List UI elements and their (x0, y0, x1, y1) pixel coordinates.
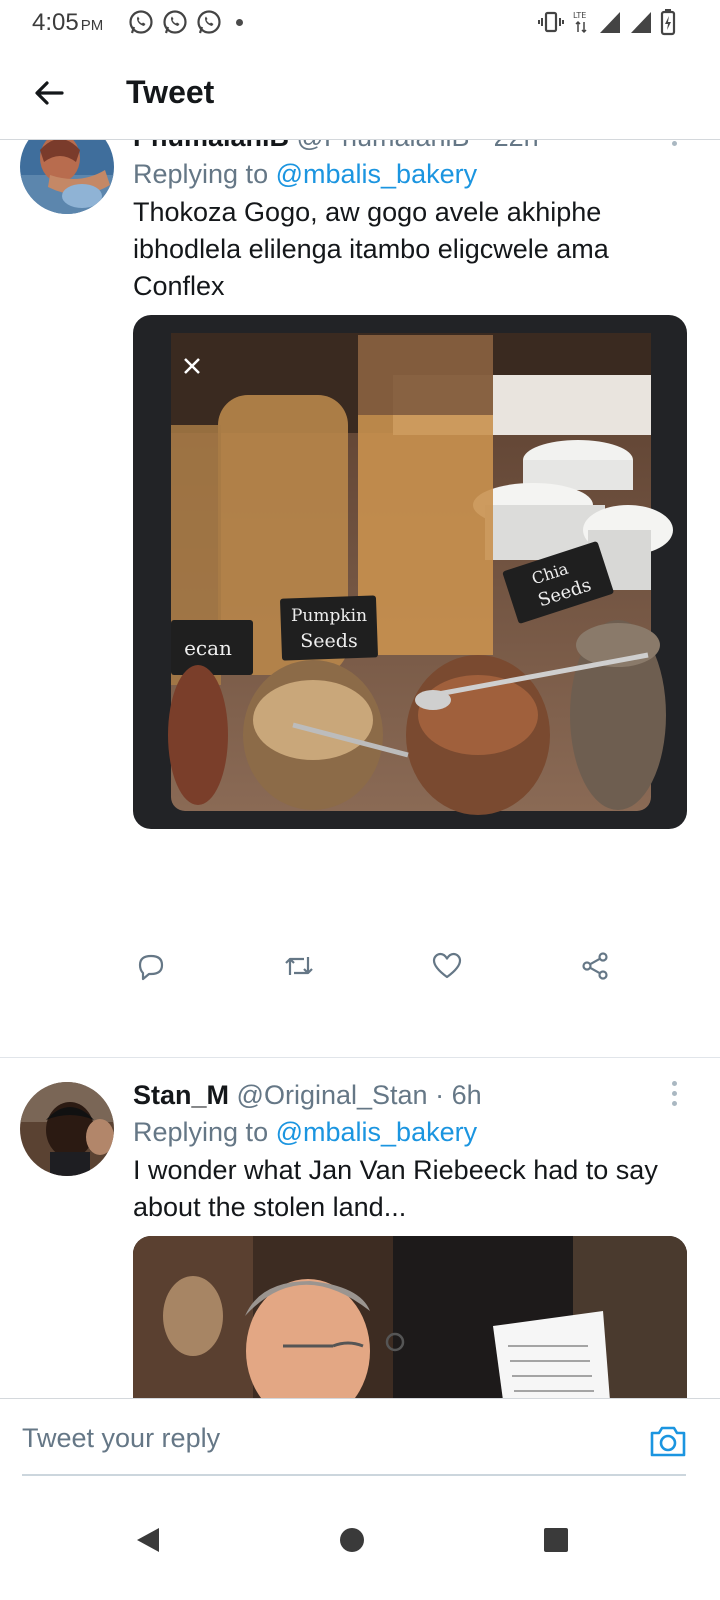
system-nav-bar (0, 1480, 720, 1600)
page-title: Tweet (126, 74, 215, 110)
tweet-text: Thokoza Gogo, aw gogo avele akhiphe ibho… (133, 197, 609, 301)
status-ampm: PM (80, 17, 104, 34)
label-seeds: Seeds (300, 630, 357, 652)
whatsapp-icon (129, 10, 153, 34)
handle[interactable]: @PhumalaniB (297, 140, 470, 152)
nav-back-icon (137, 1528, 159, 1552)
label-pecan: ecan (184, 636, 232, 660)
status-bar: 4:05 PM LTE (0, 0, 720, 46)
time-separator: · (477, 140, 494, 152)
replying-label: Replying to (133, 159, 269, 189)
display-name[interactable]: Stan_M (133, 1080, 229, 1110)
mention-link[interactable]: @mbalis_bakery (276, 1117, 478, 1147)
tweet-actions (133, 948, 613, 988)
like-icon (432, 952, 462, 979)
status-time: 4:05 PM (32, 9, 103, 37)
signal-icon-2 (631, 12, 651, 33)
nav-recents-icon (544, 1528, 568, 1552)
replying-to: Replying to @mbalis_bakery (133, 1114, 693, 1150)
camera-button[interactable] (648, 1421, 688, 1461)
reply-button[interactable] (133, 948, 169, 984)
nav-home-icon (340, 1528, 364, 1552)
avatar[interactable] (20, 140, 114, 214)
like-button[interactable] (429, 948, 465, 984)
retweet-icon (285, 957, 313, 975)
tweet-text: I wonder what Jan Van Riebeeck had to sa… (133, 1155, 658, 1222)
notification-icons (128, 9, 243, 35)
back-button[interactable] (24, 68, 74, 118)
nav-back-button[interactable] (118, 1510, 178, 1570)
back-arrow-icon (35, 81, 64, 105)
share-button[interactable] (577, 948, 613, 984)
avatar[interactable] (20, 1082, 114, 1176)
battery-icon (660, 9, 676, 36)
tweet-header: Stan_M @Original_Stan · 6h (133, 1078, 693, 1112)
tweet-content: Stan_M @Original_Stan · 6h Replying to @… (133, 1078, 693, 1398)
reply-composer: Tweet your reply (0, 1398, 720, 1478)
camera-icon (650, 1426, 686, 1457)
composer-underline (22, 1474, 686, 1476)
tweet-content: PhumalaniB @PhumalaniB · 22h Replying to… (133, 140, 693, 829)
tweet[interactable]: Stan_M @Original_Stan · 6h Replying to @… (0, 1058, 720, 1398)
lte-icon: LTE (573, 11, 587, 34)
status-time-value: 4:05 (32, 9, 79, 36)
replies-feed[interactable]: PhumalaniB @PhumalaniB · 22h Replying to… (0, 140, 720, 1398)
time-separator: · (435, 1080, 445, 1110)
tweet-media[interactable]: Pumpkin Seeds Chia Seeds ecan (133, 315, 687, 829)
vibrate-icon (538, 11, 564, 33)
whatsapp-icon (163, 10, 187, 34)
share-icon (582, 952, 608, 980)
nav-home-button[interactable] (322, 1510, 382, 1570)
more-notifications-dot (236, 18, 243, 26)
tweet-header: PhumalaniB @PhumalaniB · 22h (133, 140, 693, 154)
tweet-image[interactable]: Pumpkin Seeds Chia Seeds ecan (133, 315, 687, 829)
label-pumpkin: Pumpkin (291, 606, 367, 626)
tweet-time: 6h (451, 1080, 482, 1110)
svg-text:LTE: LTE (573, 11, 586, 20)
whatsapp-icon (197, 10, 221, 34)
reply-icon (138, 954, 164, 981)
mention-link[interactable]: @mbalis_bakery (276, 159, 478, 189)
display-name[interactable]: PhumalaniB (133, 140, 289, 152)
retweet-button[interactable] (281, 948, 317, 984)
signal-icon (600, 12, 620, 33)
handle[interactable]: @Original_Stan (237, 1080, 428, 1110)
tweet-media[interactable] (133, 1236, 687, 1398)
app-header: Tweet (0, 46, 720, 140)
tweet[interactable]: PhumalaniB @PhumalaniB · 22h Replying to… (0, 140, 720, 1058)
nav-recents-button[interactable] (526, 1510, 586, 1570)
system-icons: LTE (538, 8, 676, 36)
replying-to: Replying to @mbalis_bakery (133, 156, 693, 192)
tweet-image[interactable] (133, 1236, 687, 1398)
tweet-time: 22h (494, 140, 539, 152)
replying-label: Replying to (133, 1117, 269, 1147)
reply-input[interactable]: Tweet your reply (22, 1423, 220, 1454)
